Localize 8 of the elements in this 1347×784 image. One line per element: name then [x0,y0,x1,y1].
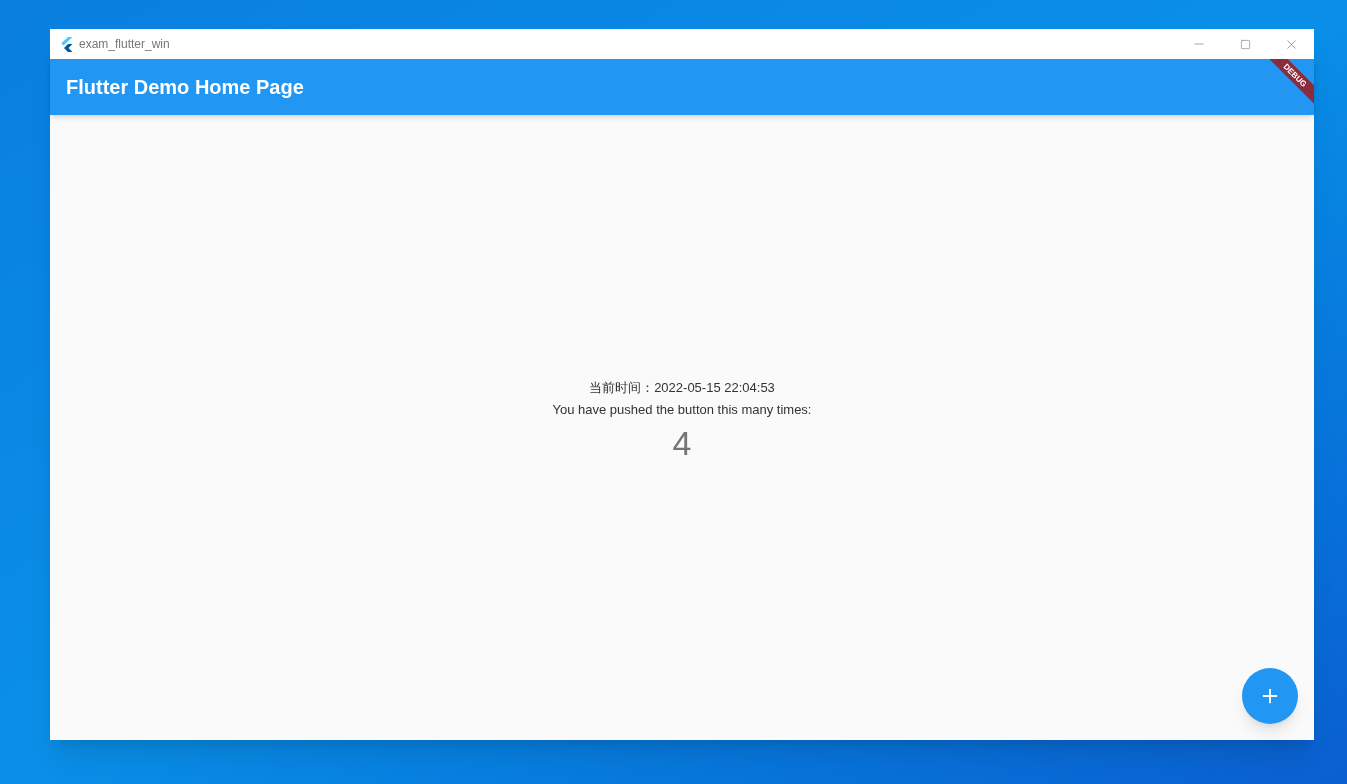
counter-text: 4 [672,423,692,464]
window-title: exam_flutter_win [79,36,170,53]
app-logo-icon [60,36,73,52]
add-button[interactable] [1242,668,1298,724]
app-bar-title: Flutter Demo Home Page [66,75,304,100]
message-text: You have pushed the button this many times: [552,400,812,419]
time-text: 当前时间：2022-05-15 22:04:53 [589,379,775,397]
maximize-icon [1239,38,1251,50]
